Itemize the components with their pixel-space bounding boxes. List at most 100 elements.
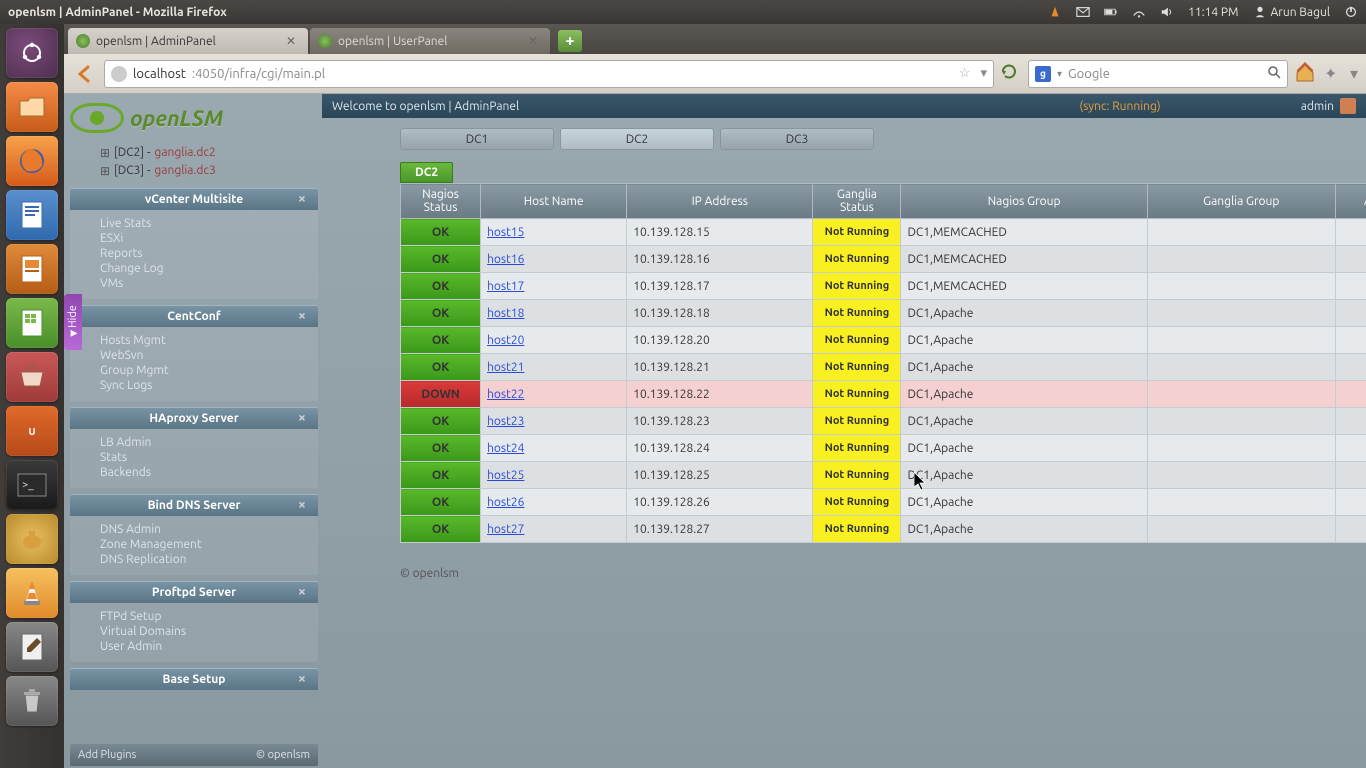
host-link[interactable]: host15	[487, 226, 524, 239]
teapot-icon[interactable]	[6, 514, 58, 564]
vlc-launcher-icon[interactable]	[6, 568, 58, 618]
battery-indicator-icon[interactable]	[1104, 5, 1118, 19]
clock[interactable]: 11:14 PM	[1188, 6, 1238, 19]
url-bar[interactable]: localhost:4050/infra/cgi/main.pl ☆ ▾	[104, 60, 994, 88]
gear-icon[interactable]	[1342, 278, 1366, 294]
panel-menu-item[interactable]: Group Mgmt	[100, 363, 318, 378]
browser-tab-active[interactable]: openlsm | AdminPanel ✕	[68, 28, 308, 54]
app-logo[interactable]: openLSM	[64, 94, 322, 142]
panel-close-icon[interactable]: ×	[298, 584, 312, 598]
panel-menu-item[interactable]: Sync Logs	[100, 378, 318, 393]
dc-tab[interactable]: DC2	[560, 128, 714, 150]
add-plugins-button[interactable]: Add Plugins	[78, 749, 136, 761]
panel-header[interactable]: HAproxy Server×	[70, 407, 318, 429]
panel-menu-item[interactable]: User Admin	[100, 639, 318, 654]
reload-button[interactable]	[1000, 63, 1022, 85]
host-link[interactable]: host22	[487, 388, 524, 401]
panel-menu-item[interactable]: FTPd Setup	[100, 609, 318, 624]
host-link[interactable]: host17	[487, 280, 524, 293]
ubuntu-one-icon[interactable]: U	[6, 406, 58, 456]
new-tab-button[interactable]: +	[558, 30, 582, 52]
gear-icon[interactable]	[1342, 467, 1366, 483]
tree-link[interactable]: ganglia.dc3	[154, 164, 215, 178]
gear-icon[interactable]	[1342, 521, 1366, 537]
panel-menu-item[interactable]: DNS Admin	[100, 522, 318, 537]
vlc-indicator-icon[interactable]	[1048, 5, 1062, 19]
panel-header[interactable]: vCenter Multisite×	[70, 188, 318, 210]
host-link[interactable]: host20	[487, 334, 524, 347]
panel-close-icon[interactable]: ×	[298, 671, 312, 685]
gear-icon[interactable]	[1342, 332, 1366, 348]
tab-close-icon[interactable]: ✕	[528, 34, 542, 48]
hide-sidebar-button[interactable]: ◀Hide	[64, 294, 82, 350]
network-indicator-icon[interactable]	[1132, 5, 1146, 19]
panel-menu-item[interactable]: Stats	[100, 450, 318, 465]
gear-icon[interactable]	[1342, 251, 1366, 267]
gear-icon[interactable]	[1342, 386, 1366, 402]
toolbar-dropdown-icon[interactable]: ▾	[1350, 64, 1358, 83]
panel-menu-item[interactable]: Virtual Domains	[100, 624, 318, 639]
tree-link[interactable]: ganglia.dc2	[154, 146, 215, 160]
software-center-icon[interactable]	[6, 352, 58, 402]
panel-menu-item[interactable]: LB Admin	[100, 435, 318, 450]
panel-header[interactable]: CentConf×	[70, 305, 318, 327]
writer-icon[interactable]	[6, 190, 58, 240]
terminal-icon[interactable]: >_	[6, 460, 58, 510]
panel-header[interactable]: Base Setup×	[70, 668, 318, 690]
files-icon[interactable]	[6, 82, 58, 132]
dc-tab[interactable]: DC3	[720, 128, 874, 150]
panel-close-icon[interactable]: ×	[298, 497, 312, 511]
gear-icon[interactable]	[1342, 494, 1366, 510]
mail-indicator-icon[interactable]	[1076, 5, 1090, 19]
tree-item[interactable]: ⊞[DC2] - ganglia.dc2	[100, 144, 318, 162]
gear-icon[interactable]	[1342, 305, 1366, 321]
firefox-icon[interactable]	[6, 136, 58, 186]
panel-close-icon[interactable]: ×	[298, 410, 312, 424]
host-link[interactable]: host27	[487, 523, 524, 536]
panel-menu-item[interactable]: Hosts Mgmt	[100, 333, 318, 348]
trash-icon[interactable]	[6, 676, 58, 726]
gear-icon[interactable]	[1342, 224, 1366, 240]
tab-close-icon[interactable]: ✕	[286, 34, 300, 48]
panel-header[interactable]: Bind DNS Server×	[70, 494, 318, 516]
browser-tab-inactive[interactable]: openlsm | UserPanel ✕	[310, 28, 550, 54]
host-link[interactable]: host21	[487, 361, 524, 374]
panel-menu-item[interactable]: DNS Replication	[100, 552, 318, 567]
panel-close-icon[interactable]: ×	[298, 191, 312, 205]
panel-menu-item[interactable]: Change Log	[100, 261, 318, 276]
back-button[interactable]	[72, 61, 98, 87]
host-link[interactable]: host24	[487, 442, 524, 455]
panel-close-icon[interactable]: ×	[298, 308, 312, 322]
host-link[interactable]: host25	[487, 469, 524, 482]
panel-menu-item[interactable]: Live Stats	[100, 216, 318, 231]
panel-menu-item[interactable]: WebSvn	[100, 348, 318, 363]
gear-icon[interactable]	[1342, 359, 1366, 375]
text-editor-icon[interactable]	[6, 622, 58, 672]
expand-icon[interactable]: ⊞	[100, 164, 110, 178]
gear-icon[interactable]	[1342, 440, 1366, 456]
gear-icon[interactable]	[1342, 413, 1366, 429]
panel-menu-item[interactable]: Zone Management	[100, 537, 318, 552]
volume-indicator-icon[interactable]	[1160, 5, 1174, 19]
site-identity-icon[interactable]	[111, 66, 127, 82]
url-dropdown-icon[interactable]: ▾	[980, 66, 987, 81]
expand-icon[interactable]: ⊞	[100, 146, 110, 160]
logout-button[interactable]	[1340, 98, 1356, 114]
dash-icon[interactable]	[6, 28, 58, 78]
host-link[interactable]: host26	[487, 496, 524, 509]
host-link[interactable]: host18	[487, 307, 524, 320]
bookmark-star-icon[interactable]: ☆	[959, 66, 971, 81]
tree-item[interactable]: ⊞[DC3] - ganglia.dc3	[100, 162, 318, 180]
home-button[interactable]	[1294, 62, 1318, 86]
host-link[interactable]: host16	[487, 253, 524, 266]
panel-menu-item[interactable]: ESXi	[100, 231, 318, 246]
session-indicator-icon[interactable]	[1344, 5, 1358, 19]
panel-header[interactable]: Proftpd Server×	[70, 581, 318, 603]
panel-menu-item[interactable]: Backends	[100, 465, 318, 480]
toolbar-extra-icon[interactable]: ✦	[1324, 64, 1344, 83]
impress-icon[interactable]	[6, 244, 58, 294]
search-box[interactable]: g▾ Google	[1028, 60, 1288, 88]
search-submit-icon[interactable]	[1267, 65, 1281, 82]
panel-menu-item[interactable]: Reports	[100, 246, 318, 261]
calc-icon[interactable]	[6, 298, 58, 348]
